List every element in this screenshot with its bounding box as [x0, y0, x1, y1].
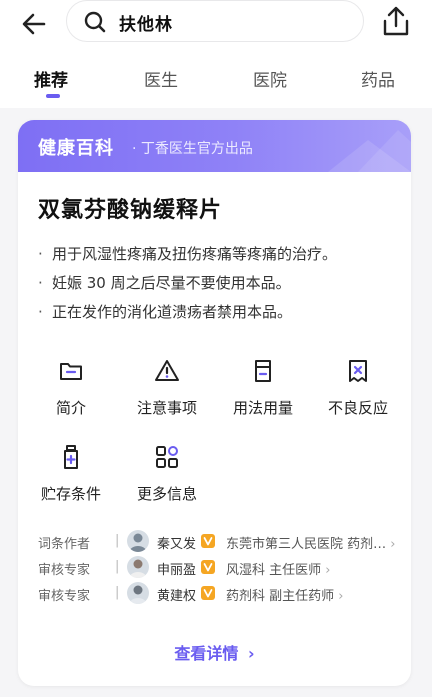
chevron-right-icon: ›: [325, 563, 331, 578]
search-query[interactable]: 扶他林: [119, 10, 173, 35]
tab-hospital[interactable]: 医院: [253, 66, 287, 91]
chevron-right-icon: ›: [248, 644, 255, 663]
avatar: [127, 556, 149, 578]
verified-badge-icon: [201, 586, 215, 600]
card-brand: 健康百科: [38, 138, 114, 159]
more-grid-icon: [156, 446, 178, 468]
top-bar: 扶他林: [0, 0, 432, 48]
header-decoration: [328, 130, 411, 172]
card-subtitle: · 丁香医生官方出品: [132, 141, 253, 157]
feature-dosage[interactable]: 用法用量: [218, 357, 308, 418]
avatar: [127, 582, 149, 604]
summary-item: · 用于风湿性疼痛及扭伤疼痛等疼痛的治疗。: [38, 245, 338, 263]
verified-badge-icon: [201, 534, 215, 548]
tab-bar: 推荐 医生 医院 药品: [0, 48, 432, 108]
card-header: 健康百科 · 丁香医生官方出品: [18, 120, 411, 172]
reviewer-row[interactable]: 审核专家 | 申丽盈 风湿科 主任医师 ›: [38, 556, 398, 580]
tab-recommend[interactable]: 推荐: [34, 66, 68, 91]
search-icon: [84, 11, 106, 33]
author-row[interactable]: 词条作者 | 秦又发 东莞市第三人民医院 药剂… ›: [38, 530, 398, 554]
warning-icon: [155, 360, 179, 381]
drug-name: 双氯芬酸钠缓释片: [38, 198, 223, 223]
feature-adverse-reactions[interactable]: 不良反应: [313, 357, 403, 418]
share-icon[interactable]: [380, 4, 412, 38]
tab-active-indicator: [46, 94, 60, 98]
folder-icon: [60, 363, 82, 380]
view-details-link[interactable]: 查看详情 ›: [18, 640, 411, 664]
reviewer-row[interactable]: 审核专家 | 黄建权 药剂科 副主任药师 ›: [38, 582, 398, 606]
verified-badge-icon: [201, 560, 215, 574]
back-arrow-icon[interactable]: [18, 8, 50, 40]
feature-more-info[interactable]: 更多信息: [122, 443, 212, 504]
feature-precautions[interactable]: 注意事项: [122, 357, 212, 418]
health-encyclopedia-card: 健康百科 · 丁香医生官方出品 双氯芬酸钠缓释片 · 用于风湿性疼痛及扭伤疼痛等疼…: [18, 120, 411, 686]
adverse-reaction-icon: [349, 360, 367, 382]
feature-storage[interactable]: 贮存条件: [26, 443, 116, 504]
summary-item: · 妊娠 30 周之后尽量不要使用本品。: [38, 274, 291, 292]
summary-item: · 正在发作的消化道溃疡者禁用本品。: [38, 303, 293, 321]
chevron-right-icon: ›: [390, 537, 396, 552]
avatar: [127, 530, 149, 552]
drug-summary: · 用于风湿性疼痛及扭伤疼痛等疼痛的治疗。 · 妊娠 30 周之后尽量不要使用本品。…: [38, 240, 337, 327]
tab-medicine[interactable]: 药品: [361, 66, 395, 91]
tab-doctor[interactable]: 医生: [144, 66, 178, 91]
chevron-right-icon: ›: [338, 589, 344, 604]
bottle-icon: [64, 445, 78, 469]
dosage-icon: [255, 360, 271, 382]
search-input[interactable]: 扶他林: [66, 0, 364, 42]
feature-intro[interactable]: 简介: [26, 357, 116, 418]
